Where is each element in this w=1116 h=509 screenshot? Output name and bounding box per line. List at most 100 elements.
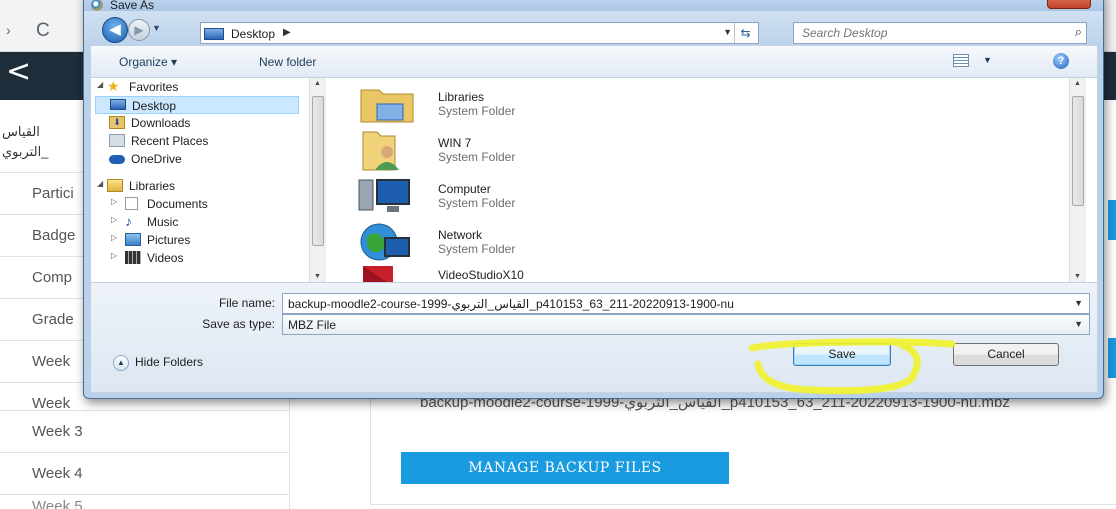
tree-label: OneDrive (131, 152, 182, 166)
tree-item-desktop[interactable]: Desktop (95, 96, 299, 114)
organize-menu[interactable]: Organize ▾ (119, 55, 177, 69)
file-type: System Folder (438, 196, 516, 210)
scroll-thumb[interactable] (1072, 96, 1084, 206)
tree-label: Pictures (147, 233, 191, 247)
breadcrumb-chevron-icon[interactable]: ▶ (283, 27, 291, 38)
scroll-up-icon[interactable]: ▲ (314, 80, 321, 87)
file-item-videostudio[interactable]: VideoStudioX10 (357, 262, 677, 282)
save-as-dialog: Save As ◀ ▶ ▼ Desktop ▶ ▼ ⇆ ⌕ Organize ▾… (83, 0, 1104, 399)
tree-item-onedrive[interactable]: OneDrive (91, 150, 305, 168)
address-row: ◀ ▶ ▼ Desktop ▶ ▼ ⇆ ⌕ (84, 11, 1103, 45)
expand-icon[interactable]: ▷ (111, 233, 117, 242)
pictures-icon (125, 233, 141, 246)
manage-backup-files-button[interactable]: MANAGE BACKUP FILES (401, 452, 729, 484)
refresh-icon[interactable]: ⇆ (734, 23, 756, 43)
chevron-up-icon: ▲ (113, 355, 129, 371)
file-item-win7[interactable]: WIN 7 System Folder (357, 128, 677, 174)
page-blue-edge (1108, 200, 1116, 240)
libraries-folder-icon (360, 89, 414, 123)
back-arrow-icon[interactable]: ◀ (102, 17, 128, 43)
search-input[interactable] (802, 26, 1052, 40)
nav-item-week-5[interactable]: Week 5 (0, 494, 290, 509)
browser-back-icon[interactable]: › (6, 22, 11, 38)
star-icon: ★ (107, 78, 120, 94)
tree-scrollbar[interactable]: ▲ ▼ (309, 78, 326, 282)
file-type: System Folder (438, 104, 516, 118)
tree-label: Music (147, 215, 179, 229)
tree-label: Downloads (131, 116, 191, 130)
search-icon[interactable]: ⌕ (1075, 25, 1082, 40)
tree-item-pictures[interactable]: ▷ Pictures (91, 231, 305, 249)
tree-item-libraries[interactable]: ◢ Libraries (91, 177, 305, 195)
close-button[interactable] (1047, 0, 1091, 9)
nav-item-week-3[interactable]: Week 3 (0, 410, 290, 452)
save-form: File name: backup-moodle2-course-1999-ال… (90, 283, 1098, 393)
scroll-down-icon[interactable]: ▼ (314, 273, 321, 280)
course-title[interactable]: القياس _التربوي (2, 122, 86, 162)
file-item-network[interactable]: Network System Folder (357, 220, 677, 266)
file-name-field[interactable]: backup-moodle2-course-1999-القياس_التربو… (282, 293, 1090, 314)
file-browser: ◢ ★ Favorites Desktop ⬇ Downloads Recent… (90, 77, 1098, 283)
videos-icon (125, 251, 141, 264)
file-name: VideoStudioX10 (438, 268, 524, 282)
dialog-titlebar[interactable]: Save As (84, 0, 1103, 12)
user-folder-icon (362, 131, 399, 171)
file-type: System Folder (438, 150, 516, 164)
tree-label: Videos (147, 251, 184, 265)
search-box[interactable]: ⌕ (793, 22, 1087, 44)
downloads-icon: ⬇ (109, 116, 125, 129)
expand-icon[interactable]: ▷ (111, 197, 117, 206)
tree-item-documents[interactable]: ▷ Documents (91, 195, 305, 213)
file-name: Network (438, 228, 483, 242)
tree-item-favorites[interactable]: ◢ ★ Favorites (91, 78, 305, 96)
file-name-value: backup-moodle2-course-1999-القياس_التربو… (288, 297, 734, 311)
tree-item-downloads[interactable]: ⬇ Downloads (91, 114, 305, 132)
tree-label: Favorites (129, 80, 179, 94)
new-folder-button[interactable]: New folder (259, 55, 316, 69)
desktop-icon (110, 99, 126, 110)
scroll-down-icon[interactable]: ▼ (1074, 273, 1081, 280)
scroll-up-icon[interactable]: ▲ (1074, 80, 1081, 87)
scroll-thumb[interactable] (312, 96, 324, 246)
file-name: Computer (438, 182, 491, 196)
file-name: Libraries (438, 90, 485, 104)
save-button[interactable]: Save (793, 343, 891, 366)
tree-item-recent-places[interactable]: Recent Places (91, 132, 305, 150)
expand-icon[interactable]: ▷ (111, 251, 117, 260)
address-dropdown-icon[interactable]: ▼ (723, 27, 732, 37)
collapse-icon[interactable]: ◢ (97, 80, 103, 89)
command-bar: Organize ▾ New folder ▼ ? (90, 45, 1098, 77)
tree-label: Recent Places (131, 134, 209, 148)
file-item-libraries[interactable]: Libraries System Folder (357, 82, 677, 128)
save-type-value: MBZ File (288, 318, 336, 332)
drawer-toggle-icon[interactable]: < (6, 54, 31, 89)
cancel-button[interactable]: Cancel (953, 343, 1059, 366)
collapse-icon[interactable]: ◢ (97, 179, 103, 188)
save-type-dropdown-icon[interactable]: ▼ (1074, 319, 1083, 329)
file-name-dropdown-icon[interactable]: ▼ (1074, 298, 1083, 308)
view-options-dropdown-icon[interactable]: ▼ (983, 55, 992, 65)
tree-item-videos[interactable]: ▷ Videos (91, 249, 305, 267)
file-name: WIN 7 (438, 136, 472, 150)
chrome-app-icon (91, 0, 103, 11)
breadcrumb-desktop[interactable]: Desktop (231, 27, 275, 41)
file-name-label: File name: (218, 296, 275, 310)
reload-icon[interactable]: C (36, 20, 50, 42)
file-item-computer[interactable]: Computer System Folder (357, 174, 677, 220)
recent-locations-dropdown-icon[interactable]: ▼ (152, 23, 161, 33)
libraries-icon (107, 179, 123, 192)
desktop-folder-icon (204, 28, 224, 40)
expand-icon[interactable]: ▷ (111, 215, 117, 224)
hide-folders-toggle[interactable]: ▲ Hide Folders (113, 355, 203, 371)
help-icon[interactable]: ? (1053, 53, 1069, 69)
tree-item-music[interactable]: ▷ ♪ Music (91, 213, 305, 231)
save-type-select[interactable]: MBZ File ▼ (282, 314, 1090, 335)
documents-icon (125, 197, 138, 210)
tree-label: Libraries (129, 179, 176, 193)
change-view-icon[interactable] (953, 54, 969, 67)
nav-item-week-4[interactable]: Week 4 (0, 452, 290, 494)
address-bar[interactable]: Desktop ▶ ▼ ⇆ (200, 22, 759, 44)
forward-arrow-icon[interactable]: ▶ (128, 19, 150, 41)
file-list-scrollbar[interactable]: ▲ ▼ (1069, 78, 1086, 282)
recent-places-icon (109, 134, 125, 147)
